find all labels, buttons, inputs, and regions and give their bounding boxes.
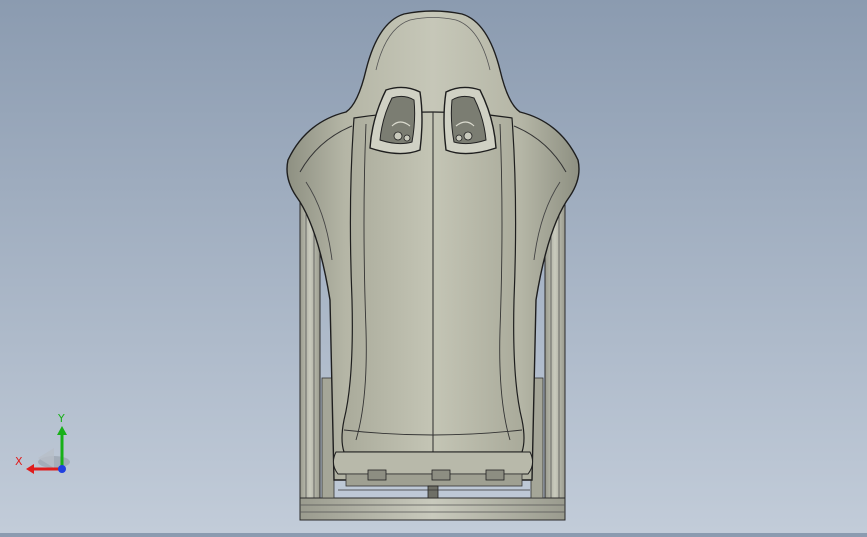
graphics-viewport[interactable]: [0, 0, 867, 533]
seat-model[interactable]: [0, 0, 867, 533]
seat-base: [332, 451, 534, 499]
y-axis-label: Y: [58, 412, 65, 425]
z-axis-dot: [58, 465, 66, 473]
x-axis-arrowhead: [26, 464, 34, 474]
back-cushion: [341, 111, 525, 453]
reference-triad: X Y: [12, 412, 82, 482]
y-axis-arrowhead: [57, 426, 67, 435]
x-axis-label: X: [15, 455, 23, 468]
